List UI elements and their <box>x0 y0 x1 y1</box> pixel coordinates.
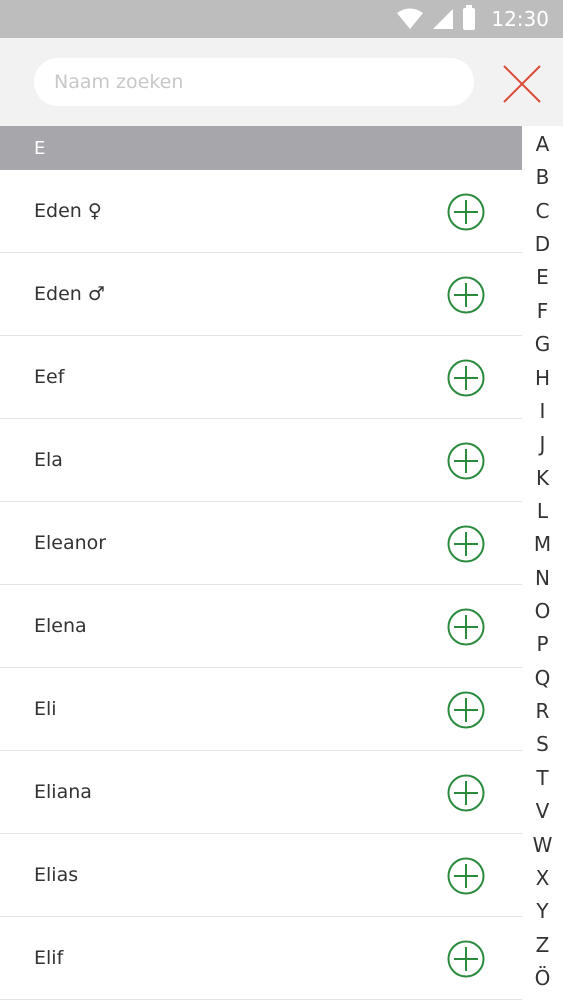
index-letter[interactable]: E <box>522 263 563 293</box>
index-letter[interactable]: F <box>522 297 563 327</box>
plus-circle-icon <box>447 359 485 397</box>
name-label: Ela <box>34 449 63 471</box>
close-button[interactable] <box>500 62 544 106</box>
alphabet-index[interactable]: ABCDEFGHIJKLMNOPQRSTVWXYZÖ <box>522 126 563 1000</box>
index-letter[interactable]: I <box>522 397 563 427</box>
plus-circle-icon <box>447 525 485 563</box>
name-label: Eliana <box>34 781 92 803</box>
index-letter[interactable]: Q <box>522 664 563 694</box>
index-letter[interactable]: W <box>522 831 563 861</box>
index-letter[interactable]: X <box>522 864 563 894</box>
list-item[interactable]: Eleanor <box>0 502 522 585</box>
add-name-button[interactable] <box>446 856 486 896</box>
search-header <box>0 38 563 126</box>
name-label: Elena <box>34 615 87 637</box>
index-letter[interactable]: P <box>522 630 563 660</box>
add-name-button[interactable] <box>446 773 486 813</box>
list-item[interactable]: Ela <box>0 419 522 502</box>
list-item[interactable]: Eliana <box>0 751 522 834</box>
index-letter[interactable]: T <box>522 764 563 794</box>
wifi-icon <box>397 8 424 29</box>
index-letter[interactable]: J <box>522 430 563 460</box>
name-label: Eden ♂ <box>34 283 105 305</box>
add-name-button[interactable] <box>446 358 486 398</box>
name-label: Elif <box>34 947 64 969</box>
list-item[interactable]: Elena <box>0 585 522 668</box>
index-letter[interactable]: R <box>522 697 563 727</box>
plus-circle-icon <box>447 691 485 729</box>
plus-circle-icon <box>447 774 485 812</box>
plus-circle-icon <box>447 442 485 480</box>
close-icon <box>503 65 541 103</box>
status-time: 12:30 <box>491 7 549 31</box>
plus-circle-icon <box>447 193 485 231</box>
index-letter[interactable]: Y <box>522 897 563 927</box>
list-item[interactable]: Eef <box>0 336 522 419</box>
index-letter[interactable]: L <box>522 497 563 527</box>
index-letter[interactable]: D <box>522 230 563 260</box>
index-letter[interactable]: C <box>522 197 563 227</box>
name-label: Eli <box>34 698 57 720</box>
add-name-button[interactable] <box>446 275 486 315</box>
plus-circle-icon <box>447 857 485 895</box>
plus-circle-icon <box>447 940 485 978</box>
index-letter[interactable]: S <box>522 730 563 760</box>
plus-circle-icon <box>447 608 485 646</box>
index-letter[interactable]: B <box>522 163 563 193</box>
index-letter[interactable]: Ö <box>522 964 563 994</box>
add-name-button[interactable] <box>446 607 486 647</box>
name-label: Eef <box>34 366 65 388</box>
signal-icon <box>433 9 454 29</box>
list-item[interactable]: Elif <box>0 917 522 1000</box>
name-label: Elias <box>34 864 79 886</box>
status-bar: 12:30 <box>0 0 563 38</box>
battery-icon <box>463 5 476 30</box>
list-item[interactable]: Eden ♀ <box>0 170 522 253</box>
list-item[interactable]: Eden ♂ <box>0 253 522 336</box>
add-name-button[interactable] <box>446 690 486 730</box>
name-list: E Eden ♀ Eden ♂ Eef Ela Eleanor Elena Eli Elian… <box>0 126 522 1000</box>
name-label: Eden ♀ <box>34 200 102 222</box>
index-letter[interactable]: G <box>522 330 563 360</box>
index-letter[interactable]: H <box>522 364 563 394</box>
index-letter[interactable]: V <box>522 797 563 827</box>
search-input[interactable] <box>34 58 474 106</box>
index-letter[interactable]: M <box>522 530 563 560</box>
add-name-button[interactable] <box>446 192 486 232</box>
list-item[interactable]: Eli <box>0 668 522 751</box>
name-label: Eleanor <box>34 532 107 554</box>
list-item[interactable]: Elias <box>0 834 522 917</box>
index-letter[interactable]: N <box>522 564 563 594</box>
add-name-button[interactable] <box>446 524 486 564</box>
add-name-button[interactable] <box>446 939 486 979</box>
index-letter[interactable]: A <box>522 130 563 160</box>
section-header: E <box>0 126 522 170</box>
plus-circle-icon <box>447 276 485 314</box>
index-letter[interactable]: O <box>522 597 563 627</box>
index-letter[interactable]: K <box>522 464 563 494</box>
index-letter[interactable]: Z <box>522 931 563 961</box>
add-name-button[interactable] <box>446 441 486 481</box>
